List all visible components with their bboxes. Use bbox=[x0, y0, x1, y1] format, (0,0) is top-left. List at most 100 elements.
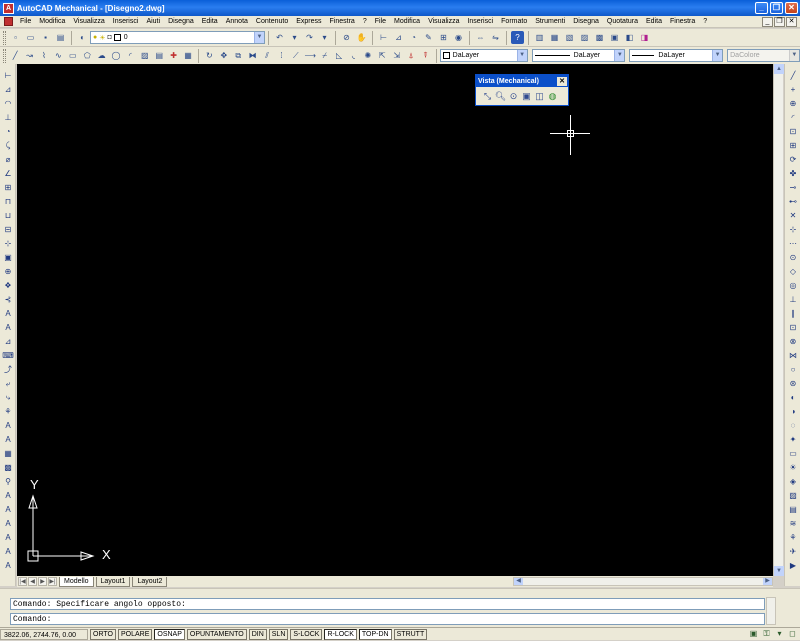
rotate-icon[interactable]: ↻ bbox=[203, 49, 215, 62]
toolbar-grip[interactable] bbox=[3, 48, 6, 63]
fog-icon[interactable]: ≋ bbox=[787, 518, 799, 529]
coordinates-display[interactable]: 3822.06, 2744.76, 0.00 bbox=[0, 628, 88, 640]
layer-group-icon[interactable]: ◧ bbox=[623, 31, 636, 44]
dim-jogged-icon[interactable]: ⤹ bbox=[2, 140, 14, 151]
menu-item[interactable]: Disegna bbox=[164, 18, 198, 25]
tolerance-icon[interactable]: ▣ bbox=[2, 252, 14, 263]
leader-icon[interactable]: ⤴ bbox=[2, 364, 14, 375]
osnap-app-icon[interactable]: ⊹ bbox=[787, 224, 799, 235]
menu-item[interactable]: Visualizza bbox=[69, 18, 108, 25]
named-views-icon[interactable]: ▣ bbox=[520, 90, 533, 103]
dim-radius-icon[interactable]: ◔ bbox=[2, 126, 14, 137]
layer-manager-icon[interactable]: ▥ bbox=[533, 31, 546, 44]
osnap-cen-icon[interactable]: ⊙ bbox=[787, 252, 799, 263]
status-toggle-din[interactable]: DIN bbox=[248, 628, 267, 640]
app-icon[interactable]: A bbox=[3, 2, 14, 14]
print-icon[interactable]: ▤ bbox=[54, 31, 67, 44]
osnap-node-icon[interactable]: ⊗ bbox=[787, 336, 799, 347]
doc-minimize-button[interactable]: _ bbox=[762, 16, 773, 27]
animate-icon[interactable]: ▶ bbox=[787, 560, 799, 571]
power-edit-icon[interactable]: ⇋ bbox=[489, 31, 502, 44]
layer-color-icon[interactable]: ◨ bbox=[638, 31, 651, 44]
dim-text-edit-icon[interactable]: A bbox=[2, 322, 14, 333]
menu-item[interactable]: Annota bbox=[222, 18, 252, 25]
menu-item[interactable]: ? bbox=[699, 18, 711, 25]
dim-linear-icon[interactable]: ⊢ bbox=[2, 70, 14, 81]
dim-aligned-icon[interactable]: ⊿ bbox=[2, 84, 14, 95]
close-button[interactable]: ✕ bbox=[785, 2, 798, 14]
doc-restore-button[interactable]: ❐ bbox=[774, 16, 785, 27]
menu-item[interactable]: Contenuto bbox=[252, 18, 292, 25]
viewport-icon[interactable]: ◫ bbox=[533, 90, 546, 103]
table-icon[interactable]: ▦ bbox=[182, 49, 194, 62]
mirror-icon[interactable]: ⧓ bbox=[246, 49, 258, 62]
continue-icon[interactable]: ⊔ bbox=[2, 210, 14, 221]
help-icon[interactable]: ? bbox=[511, 31, 524, 44]
first-tab-icon[interactable]: |◀ bbox=[18, 577, 27, 586]
hatch-icon[interactable]: ▨ bbox=[139, 49, 151, 62]
dim-radius-icon[interactable]: ◔ bbox=[407, 31, 420, 44]
dim-aligned-icon[interactable]: ⊿ bbox=[392, 31, 405, 44]
circle-center-icon[interactable]: ⊕ bbox=[787, 98, 799, 109]
quick-dim-icon[interactable]: ⊞ bbox=[2, 182, 14, 193]
chevron-down-icon[interactable]: ▼ bbox=[712, 50, 723, 61]
pan-icon[interactable]: ⊞ bbox=[787, 140, 799, 151]
next-tab-icon[interactable]: ▶ bbox=[38, 577, 47, 586]
toolbar-grip[interactable] bbox=[3, 30, 6, 45]
osnap-mid-icon[interactable]: ⊷ bbox=[787, 196, 799, 207]
stretch-icon[interactable]: ⇱ bbox=[376, 49, 388, 62]
table-icon[interactable]: ▦ bbox=[2, 448, 14, 459]
circle-icon[interactable]: ◯ bbox=[110, 49, 122, 62]
region-icon[interactable]: ✚ bbox=[167, 49, 179, 62]
linetype-combo[interactable]: DaLayer ▼ bbox=[531, 49, 626, 62]
polygon-icon[interactable]: ⬠ bbox=[81, 49, 93, 62]
lengthen-icon[interactable]: ⍋ bbox=[405, 49, 417, 62]
regen-icon[interactable]: ⟳ bbox=[787, 154, 799, 165]
layer-move-icon[interactable]: ▦ bbox=[548, 31, 561, 44]
mapping-icon[interactable]: ▨ bbox=[787, 490, 799, 501]
restore-button[interactable]: ❐ bbox=[770, 2, 783, 14]
vertical-scrollbar[interactable]: ▲ ▼ bbox=[773, 64, 784, 576]
menu-item[interactable]: Edita bbox=[642, 18, 666, 25]
matchprop-icon[interactable]: ⊘ bbox=[340, 31, 353, 44]
undo-dropdown-icon[interactable]: ▾ bbox=[288, 31, 301, 44]
light-icon[interactable]: ☀ bbox=[787, 462, 799, 473]
shade-icon[interactable]: ◑ bbox=[787, 406, 799, 417]
spline-icon[interactable]: ∿ bbox=[52, 49, 64, 62]
dim-diameter-icon[interactable]: ⌀ bbox=[2, 154, 14, 165]
mtext-icon[interactable]: A bbox=[2, 434, 14, 445]
collect-leader-icon[interactable]: ⚘ bbox=[2, 406, 14, 417]
osnap-end-icon[interactable]: ⊸ bbox=[787, 182, 799, 193]
redo-icon[interactable]: ↷ bbox=[303, 31, 316, 44]
osnap-ext-icon[interactable]: ⋯ bbox=[787, 238, 799, 249]
communication-center-icon[interactable]: ▣ bbox=[748, 629, 759, 639]
menu-item[interactable]: Formato bbox=[497, 18, 531, 25]
menu-item[interactable]: Finestra bbox=[666, 18, 699, 25]
layer-freeze-icon[interactable]: ▧ bbox=[563, 31, 576, 44]
scale-icon[interactable]: ⇲ bbox=[390, 49, 402, 62]
layer-thaw-icon[interactable]: ▨ bbox=[578, 31, 591, 44]
status-toggle-sln[interactable]: SLN bbox=[268, 628, 289, 640]
offset-icon[interactable]: ⫽ bbox=[261, 49, 273, 62]
scroll-up-icon[interactable]: ▲ bbox=[774, 64, 784, 74]
jogged-linear-icon[interactable]: ⊰ bbox=[2, 294, 14, 305]
justify-text-icon[interactable]: A bbox=[2, 518, 14, 529]
dim-update-icon[interactable]: ⊿ bbox=[2, 336, 14, 347]
layer-combo[interactable]: ● ☀ ◘ 0 ▼ bbox=[90, 31, 265, 44]
chamfer-icon[interactable]: ◺ bbox=[333, 49, 345, 62]
center-mark-icon[interactable]: ⊕ bbox=[2, 266, 14, 277]
status-toggle-orto[interactable]: ORTO bbox=[90, 628, 116, 640]
osnap-quad-icon[interactable]: ◇ bbox=[787, 266, 799, 277]
open-icon[interactable]: ▭ bbox=[24, 31, 37, 44]
command-input[interactable]: Comando: bbox=[10, 613, 765, 625]
arc-icon[interactable]: ◜ bbox=[787, 112, 799, 123]
status-toggle-top-dn[interactable]: TOP-DN bbox=[358, 628, 392, 640]
osnap-settings-icon[interactable]: ⊛ bbox=[787, 378, 799, 389]
document-icon[interactable] bbox=[4, 17, 13, 26]
zoom-previous-icon[interactable]: ⊙ bbox=[507, 90, 520, 103]
last-tab-icon[interactable]: ▶| bbox=[48, 577, 57, 586]
save-icon[interactable]: ▪ bbox=[39, 31, 52, 44]
menu-item[interactable]: ? bbox=[359, 18, 371, 25]
zoom-window-icon[interactable]: ⤡ bbox=[481, 90, 494, 103]
menu-item[interactable]: Edita bbox=[198, 18, 222, 25]
